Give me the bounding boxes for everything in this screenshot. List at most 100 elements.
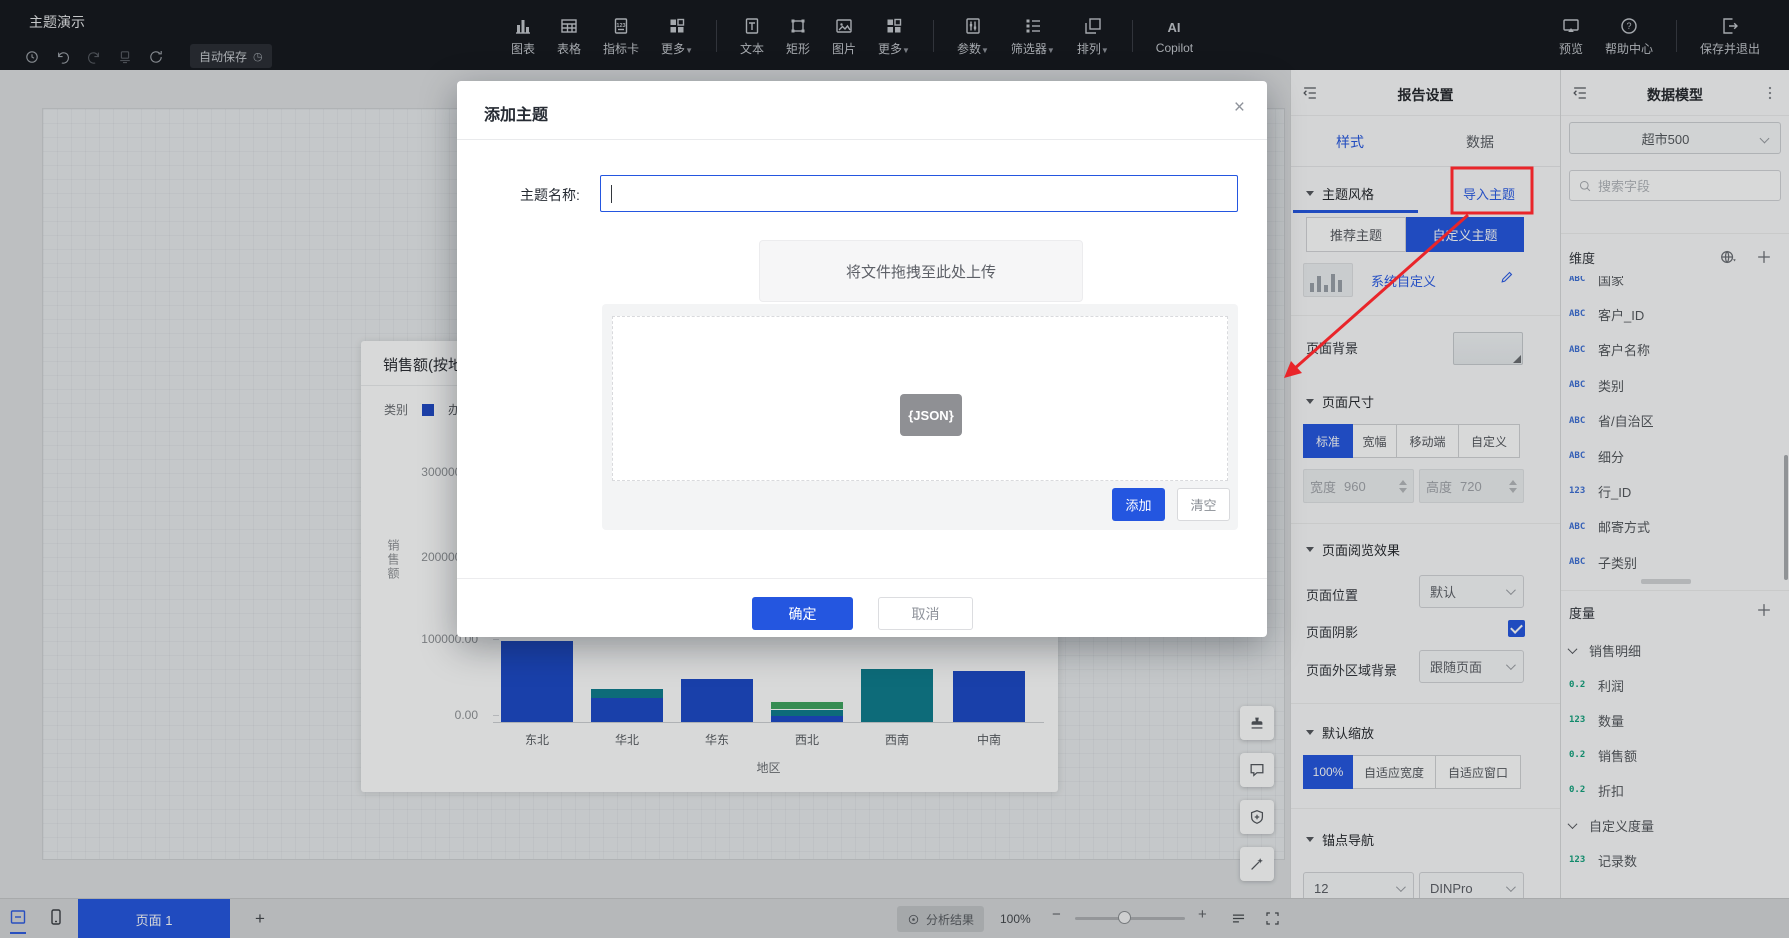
measure-group-销售明细[interactable]: 销售明细 xyxy=(1569,640,1774,660)
dimension-field-细分[interactable]: ABC细分 xyxy=(1569,446,1774,466)
add-measure-icon[interactable] xyxy=(1755,601,1773,619)
bar-segment-西北[interactable] xyxy=(771,702,843,709)
redo-icon[interactable] xyxy=(86,49,102,65)
stamp-tool-button[interactable] xyxy=(1240,706,1274,740)
segment-option[interactable]: 移动端 xyxy=(1396,424,1459,458)
clear-icon[interactable] xyxy=(117,49,133,65)
add-dimension-icon[interactable] xyxy=(1755,248,1773,266)
insert-text-button[interactable]: 文本 xyxy=(740,16,764,57)
page-tab[interactable]: 页面 1 xyxy=(78,899,230,938)
bar-segment-华北[interactable] xyxy=(591,689,663,698)
analyze-result-button[interactable]: 分析结果 xyxy=(897,906,984,932)
fullscreen-icon[interactable] xyxy=(1264,910,1281,927)
desktop-view-icon[interactable] xyxy=(8,907,28,927)
measure-field-折扣[interactable]: 0.2折扣 xyxy=(1569,780,1774,800)
refresh-icon[interactable] xyxy=(148,49,164,65)
insert-table-button[interactable]: 表格 xyxy=(557,16,581,57)
tab-data[interactable]: 数据 xyxy=(1466,132,1494,152)
anchor-nav-section[interactable]: 锚点导航 xyxy=(1306,830,1374,849)
ai-analysis-button[interactable] xyxy=(1240,847,1274,881)
custom-theme-button[interactable]: 自定义主题 xyxy=(1406,217,1524,252)
dimension-field-邮寄方式[interactable]: ABC邮寄方式 xyxy=(1569,517,1774,537)
dimension-field-行_ID[interactable]: 123行_ID xyxy=(1569,481,1774,501)
segment-option[interactable]: 标准 xyxy=(1303,424,1353,458)
help-center-button[interactable]: ?帮助中心 xyxy=(1605,16,1653,57)
bar-segment-华北[interactable] xyxy=(591,698,663,722)
arrange-button[interactable]: 排列▼ xyxy=(1077,16,1109,57)
save-and-exit-button[interactable]: 保存并退出 xyxy=(1700,16,1760,57)
insert-more-widgets-button[interactable]: 更多▼ xyxy=(878,16,910,57)
parameters-button[interactable]: 参数▼ xyxy=(957,16,989,57)
dimension-field-子类别[interactable]: ABC子类别 xyxy=(1569,552,1774,572)
panel-scrollbar-thumb[interactable] xyxy=(1784,455,1788,580)
ai-copilot-button[interactable]: AICopilot xyxy=(1156,17,1193,55)
zoom-in-button[interactable]: + xyxy=(1198,906,1207,923)
dimension-field-客户_ID[interactable]: ABC客户_ID xyxy=(1569,304,1774,324)
page-background-swatch[interactable] xyxy=(1453,332,1523,365)
page-view-section[interactable]: 页面阅览效果 xyxy=(1306,540,1400,559)
cancel-button[interactable]: 取消 xyxy=(878,597,973,630)
theme-name-input[interactable] xyxy=(600,175,1238,212)
layout-guide-icon[interactable] xyxy=(1230,910,1247,927)
field-search-input[interactable]: 搜索字段 xyxy=(1569,170,1781,201)
bar-segment-华东[interactable] xyxy=(681,679,753,722)
page-position-dropdown[interactable]: 默认 xyxy=(1419,575,1524,608)
segment-option[interactable]: 自适应窗口 xyxy=(1435,755,1521,789)
dimension-field-省/自治区[interactable]: ABC省/自治区 xyxy=(1569,411,1774,431)
drop-zone[interactable]: {JSON} xyxy=(612,316,1228,481)
zoom-slider-knob[interactable] xyxy=(1118,911,1131,924)
dimension-field-客户名称[interactable]: ABC客户名称 xyxy=(1569,340,1774,360)
page-size-section[interactable]: 页面尺寸 xyxy=(1306,392,1374,411)
mobile-view-icon[interactable] xyxy=(46,907,66,927)
outside-background-dropdown[interactable]: 跟随页面 xyxy=(1419,650,1524,683)
segment-option[interactable]: 100% xyxy=(1303,755,1353,789)
segment-option[interactable]: 宽幅 xyxy=(1352,424,1397,458)
globe-icon[interactable] xyxy=(1719,248,1737,266)
page-shadow-checkbox[interactable] xyxy=(1508,620,1525,637)
dimension-field-类别[interactable]: ABC类别 xyxy=(1569,375,1774,395)
bar-segment-中南[interactable] xyxy=(953,671,1025,722)
segment-option[interactable]: 自适应宽度 xyxy=(1352,755,1436,789)
segment-option[interactable]: 自定义 xyxy=(1458,424,1520,458)
stepper-arrows-icon[interactable] xyxy=(1399,480,1407,493)
section-resize-handle[interactable] xyxy=(1641,579,1691,584)
history-clock-icon[interactable] xyxy=(24,49,40,65)
recommended-theme-button[interactable]: 推荐主题 xyxy=(1306,217,1406,252)
clear-file-button[interactable]: 清空 xyxy=(1177,488,1230,521)
insert-more-button[interactable]: 更多▼ xyxy=(661,16,693,57)
default-zoom-section[interactable]: 默认缩放 xyxy=(1306,723,1374,742)
edit-theme-pencil-icon[interactable] xyxy=(1499,269,1515,285)
tab-style[interactable]: 样式 xyxy=(1336,132,1364,152)
add-component-button[interactable] xyxy=(1240,800,1274,834)
insert-chart-button[interactable]: 图表 xyxy=(511,16,535,57)
panel-menu-icon[interactable] xyxy=(1761,84,1779,102)
page-width-stepper[interactable]: 宽度 960 xyxy=(1303,469,1414,503)
dataset-dropdown[interactable]: 超市500 xyxy=(1569,122,1781,154)
insert-kpi-card-button[interactable]: 123指标卡 xyxy=(603,16,639,57)
add-file-button[interactable]: 添加 xyxy=(1112,488,1165,521)
filters-button[interactable]: 筛选器▼ xyxy=(1011,16,1055,57)
undo-icon[interactable] xyxy=(55,49,71,65)
close-icon[interactable]: × xyxy=(1234,98,1245,117)
dimension-field-国家[interactable]: ABC国家 xyxy=(1569,276,1774,289)
theme-thumbnail[interactable] xyxy=(1303,263,1353,297)
bar-segment-西南[interactable] xyxy=(861,669,933,722)
insert-image-button[interactable]: 图片 xyxy=(832,16,856,57)
autosave-badge[interactable]: 自动保存 ◷ xyxy=(190,44,272,68)
measure-field-销售额[interactable]: 0.2销售额 xyxy=(1569,745,1774,765)
measure-group-自定义度量[interactable]: 自定义度量 xyxy=(1569,815,1774,835)
bar-segment-东北[interactable] xyxy=(501,641,573,722)
page-height-stepper[interactable]: 高度 720 xyxy=(1419,469,1524,503)
import-theme-link[interactable]: 导入主题 xyxy=(1463,184,1515,203)
zoom-out-button[interactable]: − xyxy=(1052,906,1061,923)
measure-field-记录数[interactable]: 123记录数 xyxy=(1569,850,1774,870)
confirm-button[interactable]: 确定 xyxy=(752,597,853,630)
current-theme-name[interactable]: 系统自定义 xyxy=(1371,271,1436,290)
preview-button[interactable]: 预览 xyxy=(1559,16,1583,57)
bar-segment-西北[interactable] xyxy=(771,716,843,722)
comment-button[interactable] xyxy=(1240,753,1274,787)
measure-field-数量[interactable]: 123数量 xyxy=(1569,710,1774,730)
measure-field-利润[interactable]: 0.2利润 xyxy=(1569,675,1774,695)
theme-style-section[interactable]: 主题风格 xyxy=(1306,184,1374,203)
insert-shape-button[interactable]: 矩形 xyxy=(786,16,810,57)
